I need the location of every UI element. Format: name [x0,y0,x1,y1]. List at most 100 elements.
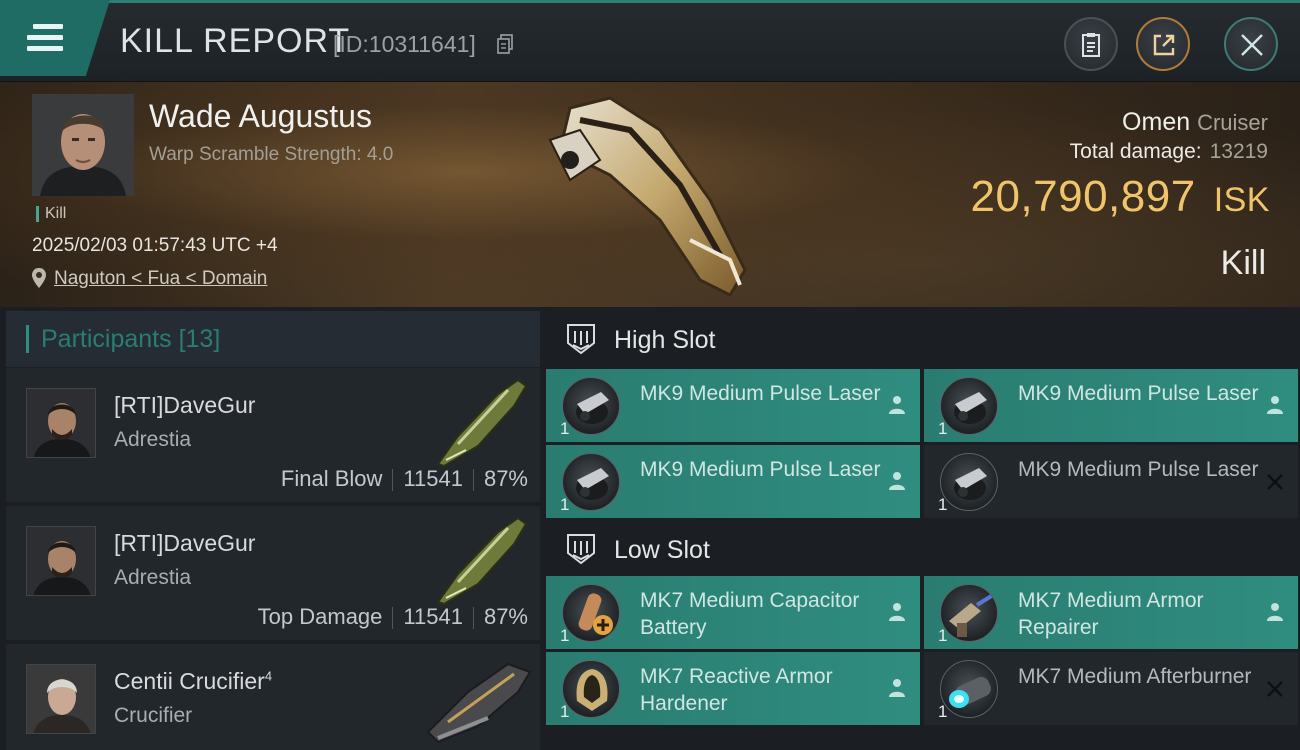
module-quantity: 1 [938,626,948,645]
menu-button[interactable] [0,0,110,76]
module-name: MK9 Medium Pulse Laser [640,382,881,405]
kill-location-link[interactable]: Naguton < Fua < Domain [54,268,267,290]
total-damage: Total damage: 13219 [1070,140,1268,164]
fitting-panel: High Slot 1 MK9 Medium Pulse Laser 1 MK9… [546,311,1300,750]
user-icon [889,396,905,414]
participant-ship: Adrestia [114,566,192,589]
high-slot-icon [567,324,595,355]
afterburner-icon [940,660,998,718]
capacitor-battery-icon [562,584,620,642]
participant-stats: Final Blow 11541 87% [281,466,528,492]
low-slot-label: Low Slot [614,536,710,564]
kill-id: [ID:10311641] [333,31,476,57]
module-quantity: 1 [560,419,570,438]
participant-ship-image [436,378,528,468]
user-icon [889,472,905,490]
victim-ship-image[interactable] [540,90,780,300]
isk-amount: 20,790,897 [970,172,1196,221]
participant-row[interactable]: Centii Crucifier4 Crucifier [6,644,540,750]
participants-label: Participants [41,325,172,353]
isk-value: 20,790,897 ISK [970,172,1270,222]
pulse-laser-icon [562,377,620,435]
module-quantity: 1 [560,702,570,721]
user-icon [1267,603,1283,621]
close-icon [1241,34,1263,56]
low-slot-header: Low Slot [546,521,1300,577]
participant-avatar [26,526,96,596]
x-icon [1267,474,1283,490]
participants-header: Participants [13] [6,311,540,367]
user-icon [889,679,905,697]
module-slot[interactable]: 1 MK7 Medium Afterburner [924,652,1298,725]
ship-class: Cruiser [1197,110,1268,135]
participant-name-text: Centii Crucifier [114,668,265,694]
participant-avatar [26,664,96,734]
clipboard-button[interactable] [1064,17,1118,71]
copy-icon[interactable] [497,34,513,54]
kill-tag: Kill [36,206,66,222]
pulse-laser-icon [940,377,998,435]
menu-icon [27,24,63,52]
module-slot[interactable]: 1 MK9 Medium Pulse Laser [924,445,1298,518]
module-quantity: 1 [560,626,570,645]
participant-avatar [26,388,96,458]
module-slot[interactable]: 1 MK7 Medium Armor Repairer [924,576,1298,649]
total-damage-label: Total damage: [1069,140,1202,163]
pulse-laser-icon [940,453,998,511]
module-slot[interactable]: 1 MK9 Medium Pulse Laser [546,369,920,442]
close-button[interactable] [1224,17,1278,71]
module-quantity: 1 [938,702,948,721]
participant-percent: 87% [483,466,528,491]
victim-ship-name[interactable]: Omen Cruiser [1122,108,1268,137]
participants-count: [13] [178,325,221,353]
participant-row[interactable]: [RTI]DaveGur Adrestia Top Damage 11541 87% [6,506,540,640]
participant-level: 4 [264,668,273,684]
clipboard-icon [1082,33,1100,57]
high-slot-header: High Slot [546,311,1300,367]
kill-type: Kill [1220,244,1266,282]
module-quantity: 1 [938,419,948,438]
stats-divider [392,607,394,630]
stats-divider [472,469,474,492]
module-slot[interactable]: 1 MK9 Medium Pulse Laser [546,445,920,518]
ship-name: Omen [1122,108,1191,136]
page-title: KILL REPORT [120,22,351,60]
high-slot-label: High Slot [614,326,716,354]
participant-name: Centii Crucifier4 [114,668,272,695]
module-name: MK7 Medium Afterburner [1018,665,1252,688]
module-name: MK7 Medium Armor Repairer [1018,589,1204,639]
user-icon [889,603,905,621]
module-name: MK9 Medium Pulse Laser [640,458,881,481]
share-button[interactable] [1136,17,1190,71]
module-name: MK7 Reactive Armor Hardener [640,665,833,715]
participants-panel: Participants [13] [RTI]DaveGur Adrestia … [6,311,540,750]
module-name: MK9 Medium Pulse Laser [1018,382,1259,405]
stats-divider [472,607,474,630]
location-pin-icon [32,268,46,288]
share-icon [1153,34,1175,56]
participant-damage: 11541 [403,604,463,629]
accent-line [0,0,1300,3]
armor-repairer-icon [940,584,998,642]
participant-role: Final Blow [280,466,383,491]
participants-title: Participants [13] [26,325,220,353]
participant-name: [RTI]DaveGur [114,392,256,418]
participant-role: Top Damage [257,604,383,629]
total-damage-value: 13219 [1209,140,1268,163]
module-slot[interactable]: 1 MK7 Medium Capacitor Battery [546,576,920,649]
participant-stats: Top Damage 11541 87% [258,604,528,630]
victim-avatar [32,94,134,196]
module-name: MK7 Medium Capacitor Battery [640,589,860,639]
stats-divider [392,469,394,492]
pulse-laser-icon [562,453,620,511]
module-slot[interactable]: 1 MK7 Reactive Armor Hardener [546,652,920,725]
module-slot[interactable]: 1 MK9 Medium Pulse Laser [924,369,1298,442]
victim-portrait[interactable] [32,94,134,196]
warp-scramble-strength: Warp Scramble Strength: 4.0 [149,144,394,165]
participant-row[interactable]: [RTI]DaveGur Adrestia Final Blow 11541 87% [6,368,540,502]
module-quantity: 1 [560,495,570,514]
victim-name[interactable]: Wade Augustus [149,98,372,135]
participant-ship-image [436,516,528,606]
participant-percent: 87% [483,604,528,629]
participant-ship-image [426,662,532,744]
